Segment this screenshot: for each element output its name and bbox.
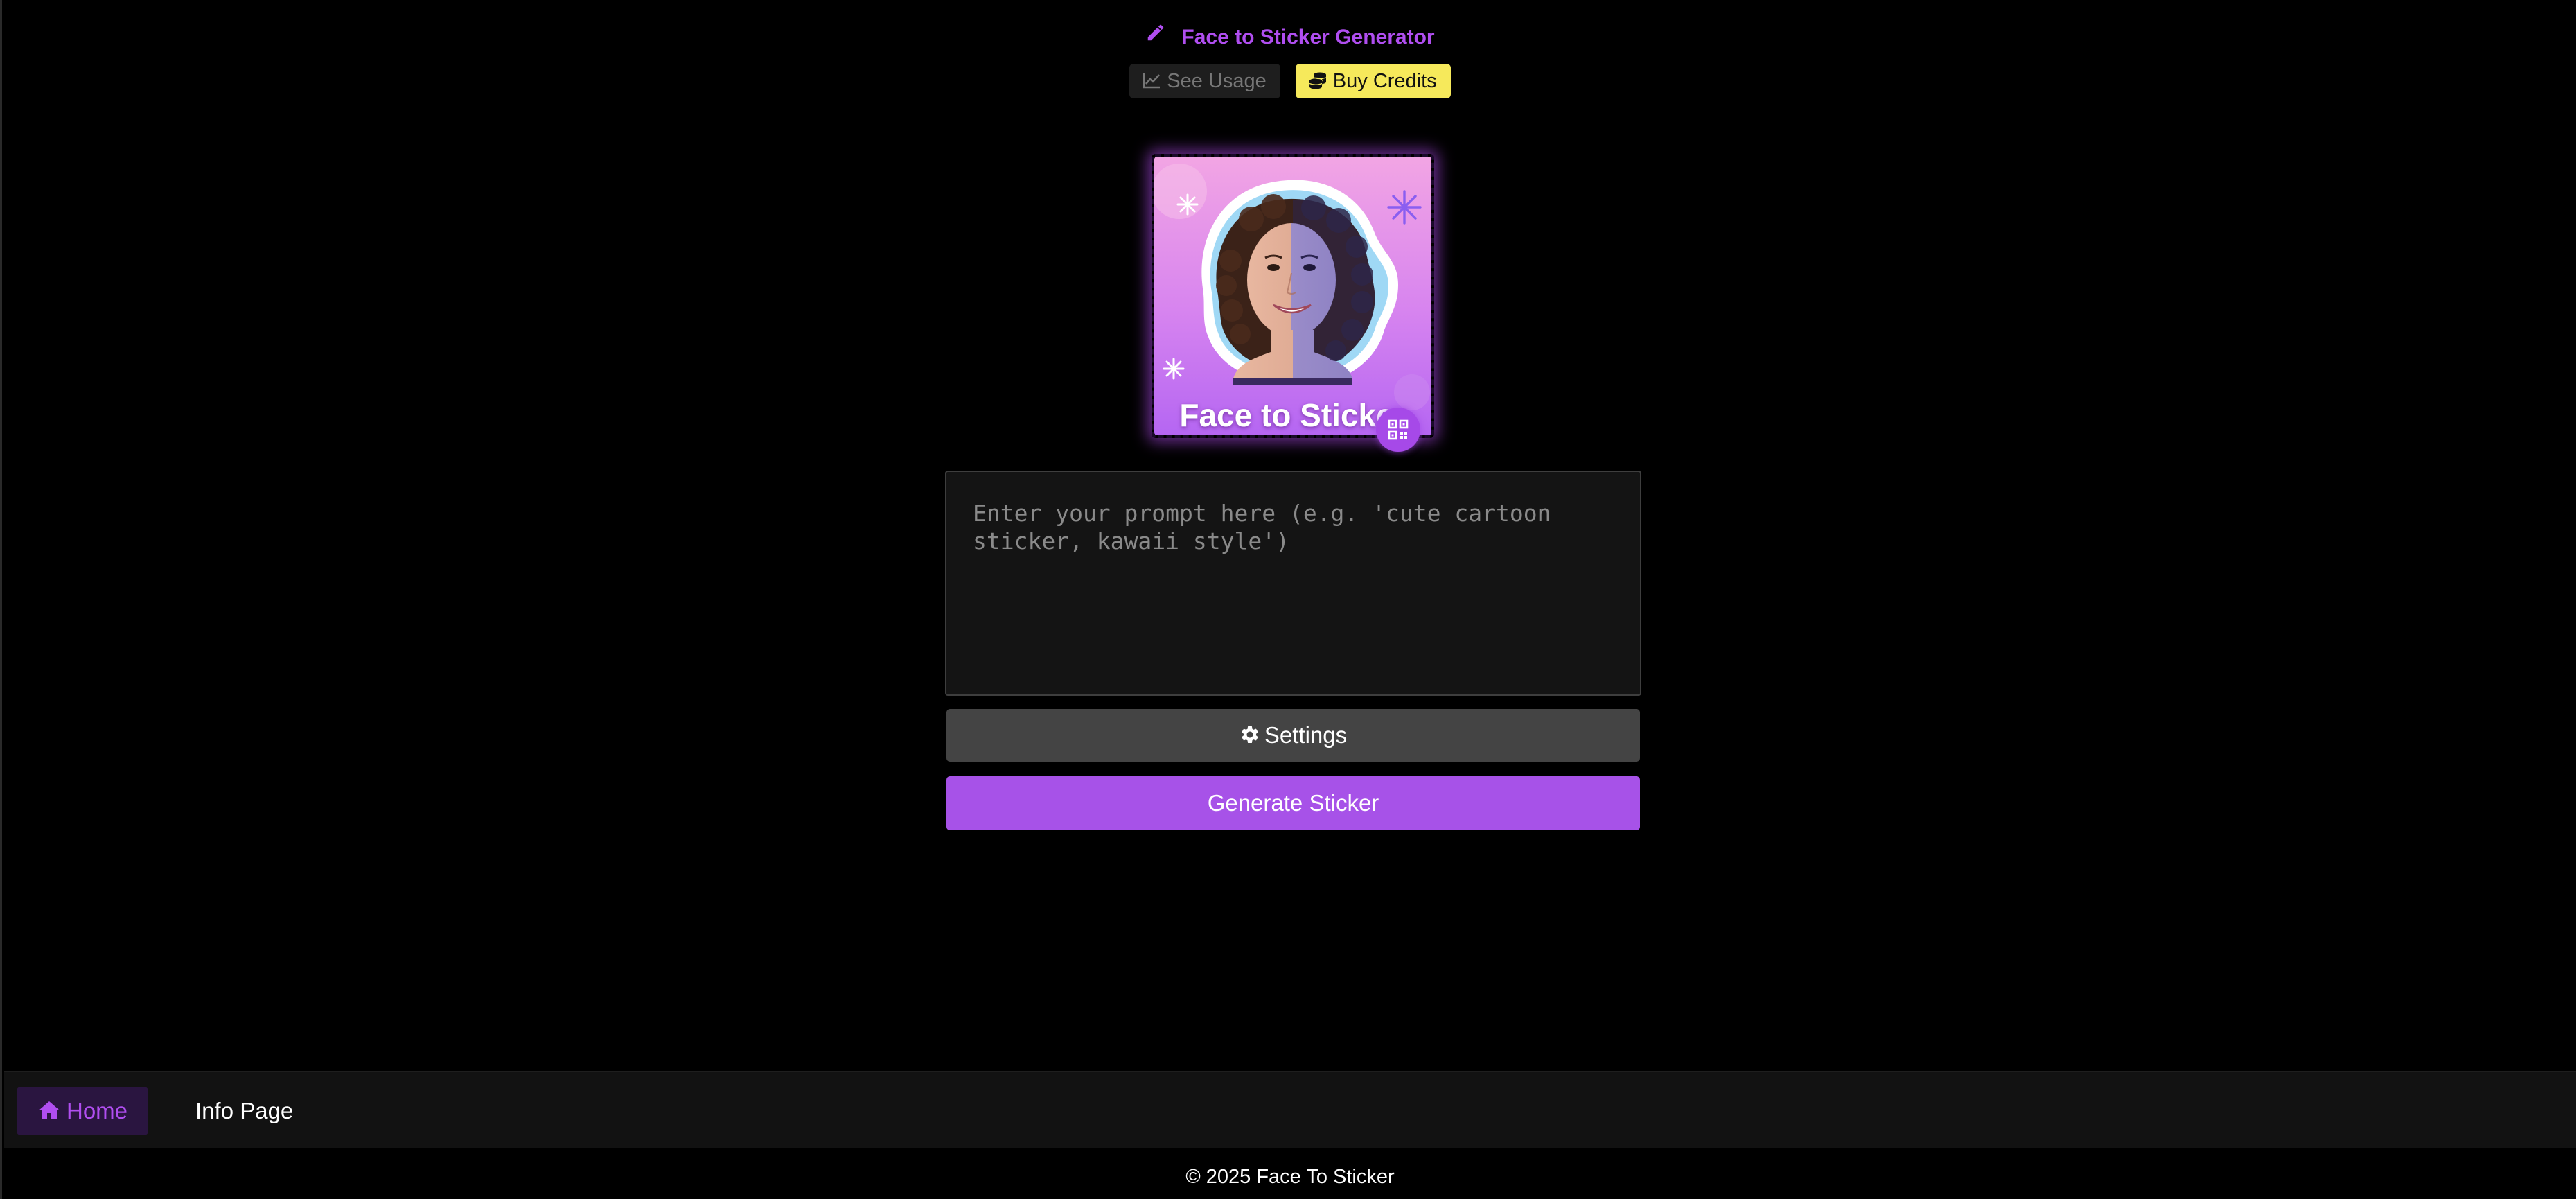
- nav-home-label: Home: [66, 1098, 128, 1123]
- sticker-preview-image[interactable]: Face to Sticker: [1152, 154, 1434, 452]
- coins-icon: [1309, 72, 1327, 89]
- see-usage-button[interactable]: See Usage: [1129, 64, 1280, 98]
- chart-line-icon: [1143, 72, 1161, 89]
- nav-info-label: Info Page: [195, 1098, 294, 1123]
- see-usage-label: See Usage: [1167, 70, 1267, 92]
- qr-code-button[interactable]: [1376, 408, 1420, 452]
- nav-info-page[interactable]: Info Page: [195, 1087, 293, 1135]
- prompt-input[interactable]: [945, 471, 1641, 696]
- gear-icon: [1242, 726, 1258, 744]
- home-icon: [38, 1101, 60, 1120]
- nav-home[interactable]: Home: [17, 1087, 148, 1135]
- generate-sticker-button[interactable]: Generate Sticker: [946, 776, 1640, 830]
- buy-credits-label: Buy Credits: [1332, 70, 1437, 92]
- settings-button[interactable]: Settings: [946, 709, 1640, 762]
- app-header: Face to Sticker Generator: [2, 24, 2576, 51]
- app-page: Face to Sticker Generator See Usage Buy …: [0, 0, 2576, 1199]
- sticker-artwork: [1154, 157, 1431, 435]
- bottom-nav: Home Info Page: [4, 1071, 2576, 1148]
- qr-code-icon: [1388, 419, 1409, 440]
- pencil-icon: [1145, 22, 1166, 51]
- generate-sticker-label: Generate Sticker: [1207, 790, 1379, 816]
- header-actions: See Usage Buy Credits: [2, 64, 2576, 98]
- buy-credits-button[interactable]: Buy Credits: [1295, 64, 1451, 98]
- settings-label: Settings: [1264, 722, 1348, 748]
- app-title: Face to Sticker Generator: [1181, 26, 1435, 49]
- footer-copyright: © 2025 Face To Sticker: [1185, 1166, 1395, 1188]
